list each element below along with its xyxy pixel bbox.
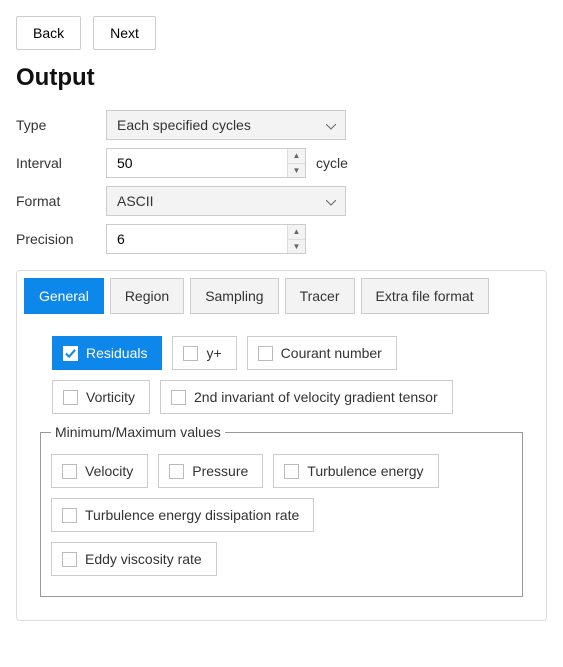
- residuals-label: Residuals: [86, 345, 147, 361]
- type-select[interactable]: Each specified cycles: [106, 110, 346, 140]
- interval-label: Interval: [16, 155, 106, 171]
- checkbox-icon: [62, 552, 77, 567]
- velocity-checkbox[interactable]: Velocity: [51, 454, 148, 488]
- turb-diss-label: Turbulence energy dissipation rate: [85, 507, 299, 523]
- checkbox-icon: [63, 390, 78, 405]
- format-label: Format: [16, 193, 106, 209]
- checkbox-icon: [62, 508, 77, 523]
- next-button[interactable]: Next: [93, 16, 156, 50]
- eddy-visc-checkbox[interactable]: Eddy viscosity rate: [51, 542, 217, 576]
- eddy-visc-label: Eddy viscosity rate: [85, 551, 202, 567]
- pressure-checkbox[interactable]: Pressure: [158, 454, 263, 488]
- type-select-value: Each specified cycles: [117, 117, 251, 133]
- vorticity-label: Vorticity: [86, 389, 135, 405]
- velocity-label: Velocity: [85, 463, 133, 479]
- precision-step-up[interactable]: ▲: [288, 225, 305, 240]
- checkmark-icon: [63, 346, 78, 361]
- tab-region[interactable]: Region: [110, 278, 184, 314]
- second-invariant-checkbox[interactable]: 2nd invariant of velocity gradient tenso…: [160, 380, 453, 414]
- vorticity-checkbox[interactable]: Vorticity: [52, 380, 150, 414]
- checkbox-icon: [258, 346, 273, 361]
- interval-input[interactable]: [106, 148, 306, 178]
- type-label: Type: [16, 117, 106, 133]
- interval-step-down[interactable]: ▼: [288, 164, 305, 178]
- checkbox-icon: [171, 390, 186, 405]
- checkbox-icon: [169, 464, 184, 479]
- checkbox-icon: [183, 346, 198, 361]
- courant-label: Courant number: [281, 345, 382, 361]
- precision-input[interactable]: [106, 224, 306, 254]
- interval-unit: cycle: [316, 155, 348, 171]
- yplus-label: y+: [206, 345, 221, 361]
- minmax-legend: Minimum/Maximum values: [51, 424, 225, 440]
- minmax-fieldset: Minimum/Maximum values Velocity Pressure…: [40, 424, 523, 597]
- tab-general[interactable]: General: [24, 278, 104, 314]
- page-title: Output: [16, 64, 547, 92]
- turb-energy-checkbox[interactable]: Turbulence energy: [273, 454, 438, 488]
- precision-label: Precision: [16, 231, 106, 247]
- residuals-checkbox[interactable]: Residuals: [52, 336, 162, 370]
- tab-extra-file-format[interactable]: Extra file format: [361, 278, 489, 314]
- yplus-checkbox[interactable]: y+: [172, 336, 236, 370]
- pressure-label: Pressure: [192, 463, 248, 479]
- tabs-container: General Region Sampling Tracer Extra fil…: [16, 270, 547, 621]
- tab-tracer[interactable]: Tracer: [285, 278, 355, 314]
- tab-sampling[interactable]: Sampling: [190, 278, 278, 314]
- precision-step-down[interactable]: ▼: [288, 240, 305, 254]
- turb-energy-label: Turbulence energy: [307, 463, 423, 479]
- format-select[interactable]: ASCII: [106, 186, 346, 216]
- back-button[interactable]: Back: [16, 16, 81, 50]
- courant-checkbox[interactable]: Courant number: [247, 336, 397, 370]
- checkbox-icon: [62, 464, 77, 479]
- format-select-value: ASCII: [117, 193, 154, 209]
- interval-step-up[interactable]: ▲: [288, 149, 305, 164]
- checkbox-icon: [284, 464, 299, 479]
- second-invariant-label: 2nd invariant of velocity gradient tenso…: [194, 389, 438, 405]
- turb-diss-checkbox[interactable]: Turbulence energy dissipation rate: [51, 498, 314, 532]
